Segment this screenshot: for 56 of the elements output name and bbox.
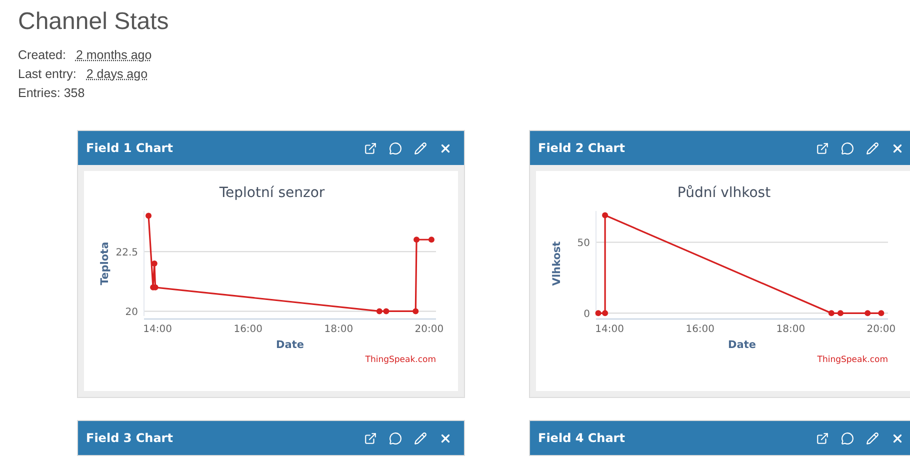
x-axis-title: Date — [276, 339, 304, 351]
comment-icon[interactable] — [389, 142, 402, 154]
pencil-icon[interactable] — [414, 432, 427, 444]
data-point — [146, 212, 152, 219]
panel-title: Field 2 Chart — [538, 141, 626, 155]
data-point — [828, 310, 834, 316]
comment-icon[interactable] — [389, 432, 402, 444]
credit-link[interactable]: ThingSpeak.com — [365, 355, 436, 365]
stat-value: 2 days ago — [86, 66, 148, 83]
x-tick-label: 20:00 — [866, 324, 896, 335]
page-title: Channel Stats — [18, 8, 170, 36]
external-link-icon[interactable] — [816, 432, 829, 444]
x-tick-label: 16:00 — [234, 324, 263, 335]
data-point — [428, 236, 434, 243]
x-axis-title: Date — [728, 339, 756, 351]
x-tick-label: 20:00 — [414, 324, 444, 335]
x-tick-label: 16:00 — [686, 324, 715, 335]
external-link-icon[interactable] — [364, 432, 377, 444]
pencil-icon[interactable] — [414, 142, 427, 154]
panel-title: Field 3 Chart — [86, 431, 174, 445]
close-icon[interactable] — [439, 432, 452, 444]
stat-label: Entries: 358 — [18, 85, 85, 102]
y-axis-title: Vlhkost — [551, 241, 563, 286]
pencil-icon[interactable] — [866, 142, 879, 154]
data-point — [602, 212, 608, 218]
stat-label: Created: — [18, 47, 66, 64]
x-tick-label: 14:00 — [143, 324, 172, 335]
panel-title: Field 4 Chart — [538, 431, 626, 445]
data-point — [412, 308, 419, 314]
comment-icon[interactable] — [841, 432, 854, 444]
external-link-icon[interactable] — [364, 142, 377, 154]
y-tick-label: 20 — [125, 307, 138, 318]
y-tick-label: 22.5 — [116, 248, 138, 259]
data-point — [878, 310, 884, 316]
data-point — [837, 310, 844, 316]
y-axis-title: Teplota — [99, 242, 111, 286]
pencil-icon[interactable] — [866, 432, 879, 444]
stat-label: Last entry: — [18, 66, 76, 83]
chart-title: Teplotní senzor — [219, 185, 325, 201]
external-link-icon[interactable] — [816, 142, 829, 154]
credit-link[interactable]: ThingSpeak.com — [817, 355, 888, 365]
x-tick-label: 14:00 — [595, 324, 624, 335]
x-tick-label: 18:00 — [324, 324, 354, 335]
panel-title: Field 1 Chart — [86, 141, 174, 155]
close-icon[interactable] — [891, 432, 904, 444]
chart-title: Půdní vlhkost — [677, 185, 771, 201]
x-tick-label: 18:00 — [776, 324, 806, 335]
comment-icon[interactable] — [841, 142, 854, 154]
close-icon[interactable] — [891, 142, 904, 154]
data-point — [414, 236, 420, 243]
data-point — [151, 260, 158, 266]
close-icon[interactable] — [439, 142, 452, 154]
stat-value: 2 months ago — [76, 47, 152, 64]
y-tick-label: 0 — [584, 309, 590, 320]
data-point — [864, 310, 871, 316]
y-tick-label: 50 — [577, 238, 590, 250]
